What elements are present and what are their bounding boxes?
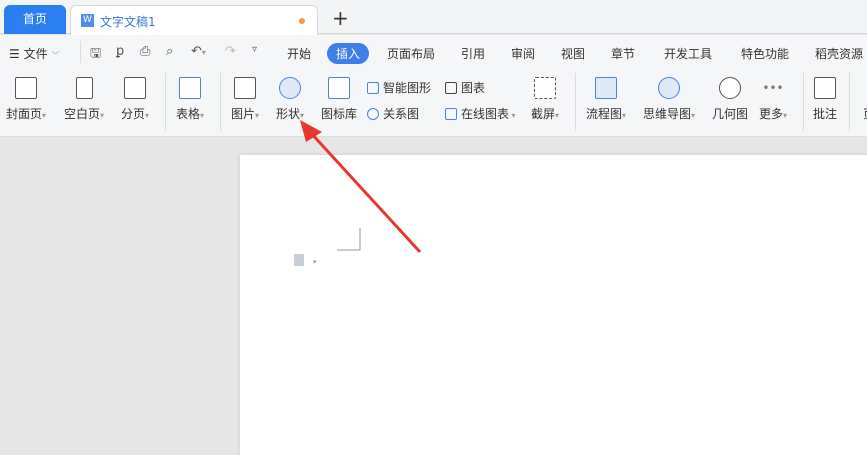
margin-corner-mark xyxy=(337,228,361,251)
red-arrow-head xyxy=(300,120,322,142)
document-format-dropdown-icon: ▾ xyxy=(313,258,317,266)
red-arrow-shaft xyxy=(308,130,422,254)
document-format-icon xyxy=(294,254,304,266)
annotation-overlay: ▾ xyxy=(294,120,422,266)
